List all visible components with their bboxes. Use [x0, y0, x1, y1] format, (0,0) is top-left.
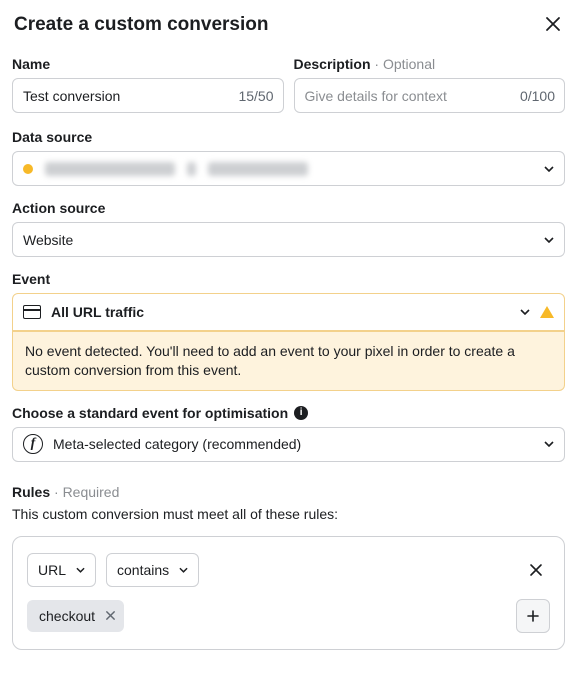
chevron-down-icon [544, 237, 554, 243]
name-count: 15/50 [238, 88, 273, 104]
chevron-down-icon [76, 567, 85, 573]
optimisation-label: Choose a standard event for optimisation [12, 405, 288, 421]
event-label: Event [12, 271, 565, 287]
rule-operator-select[interactable]: contains [106, 553, 199, 587]
close-button[interactable] [545, 14, 565, 36]
optimisation-value: Meta-selected category (recommended) [53, 436, 301, 452]
rule-value-chip: checkout [27, 600, 124, 632]
dialog-header: Create a custom conversion [12, 14, 565, 36]
event-warning-text: No event detected. You'll need to add an… [12, 331, 565, 391]
status-dot-icon [23, 164, 33, 174]
rules-label: Rules · Required [12, 484, 565, 500]
add-rule-button[interactable] [516, 599, 550, 633]
event-select[interactable]: All URL traffic [13, 294, 564, 330]
warning-icon [540, 306, 554, 318]
rule-value-text: checkout [39, 608, 95, 624]
datasource-select[interactable] [12, 151, 565, 186]
rule-field-select[interactable]: URL [27, 553, 96, 587]
rule-field-value: URL [38, 562, 66, 578]
optional-tag: · Optional [374, 56, 435, 72]
chevron-down-icon [544, 166, 554, 172]
rule-operator-value: contains [117, 562, 169, 578]
meta-icon: f [23, 434, 43, 454]
optimisation-select[interactable]: f Meta-selected category (recommended) [12, 427, 565, 462]
required-tag: · Required [54, 484, 119, 500]
info-icon[interactable]: i [294, 406, 308, 420]
datasource-value-redacted [23, 162, 308, 176]
actionsource-select[interactable]: Website [12, 222, 565, 257]
event-value: All URL traffic [51, 304, 144, 320]
chevron-down-icon [544, 441, 554, 447]
remove-chip-button[interactable] [105, 610, 116, 621]
remove-rule-button[interactable] [522, 556, 550, 584]
datasource-label: Data source [12, 129, 565, 145]
chevron-down-icon [520, 309, 530, 315]
rules-subtitle: This custom conversion must meet all of … [12, 506, 565, 522]
dialog-title: Create a custom conversion [14, 14, 268, 36]
description-label: Description · Optional [294, 56, 566, 72]
rules-box: URL contains checkout [12, 536, 565, 650]
browser-icon [23, 305, 41, 319]
actionsource-value: Website [23, 232, 73, 248]
chevron-down-icon [179, 567, 188, 573]
actionsource-label: Action source [12, 200, 565, 216]
description-count: 0/100 [520, 88, 555, 104]
name-label: Name [12, 56, 284, 72]
